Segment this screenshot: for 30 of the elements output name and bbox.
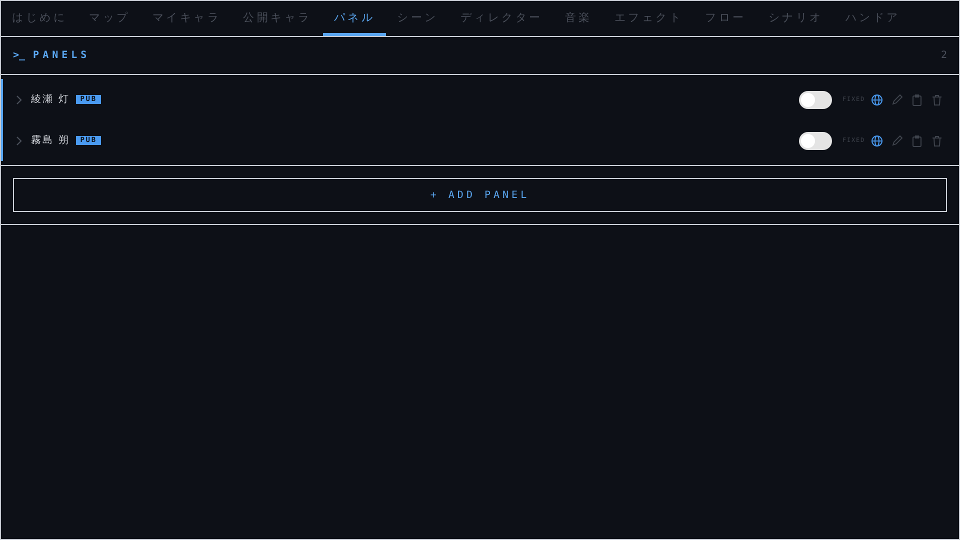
nav-tab[interactable]: マイキャラ (141, 1, 232, 36)
nav-tab[interactable]: マップ (78, 1, 142, 36)
prompt-symbol: >_ (13, 49, 26, 63)
toggle-switch[interactable] (799, 90, 832, 108)
section-title: PANELS (33, 49, 90, 63)
panel-count: 2 (940, 49, 947, 63)
clipboard-icon[interactable] (911, 134, 923, 146)
globe-icon[interactable] (871, 134, 883, 146)
toggle-switch[interactable] (799, 132, 832, 150)
pencil-icon[interactable] (891, 134, 903, 146)
panel-name: 霧島 朔 (31, 134, 70, 148)
nav-tab[interactable]: エフェクト (603, 1, 694, 36)
nav-tab[interactable]: 公開キャラ (232, 1, 323, 36)
trash-icon[interactable] (931, 94, 943, 106)
nav-tab[interactable]: ハンドア (834, 1, 912, 36)
add-panel-button[interactable]: + ADD PANEL (13, 178, 947, 212)
nav-tab[interactable]: シナリオ (757, 1, 834, 36)
chevron-icon[interactable] (15, 136, 23, 146)
nav-tab[interactable]: 音楽 (554, 1, 604, 36)
nav-tab[interactable]: フロー (694, 1, 758, 36)
pencil-icon[interactable] (891, 94, 903, 106)
trash-icon[interactable] (931, 134, 943, 146)
nav-tab[interactable]: パネル (322, 1, 386, 36)
globe-icon[interactable] (871, 94, 883, 106)
chevron-icon[interactable] (15, 94, 23, 104)
panel-name: 綾瀬 灯 (31, 92, 70, 107)
clipboard-icon[interactable] (911, 94, 923, 106)
nav-tab[interactable]: はじめに (1, 1, 78, 36)
nav-tab[interactable]: ディレクター (449, 1, 554, 36)
nav-tab[interactable]: シーン (386, 1, 450, 36)
